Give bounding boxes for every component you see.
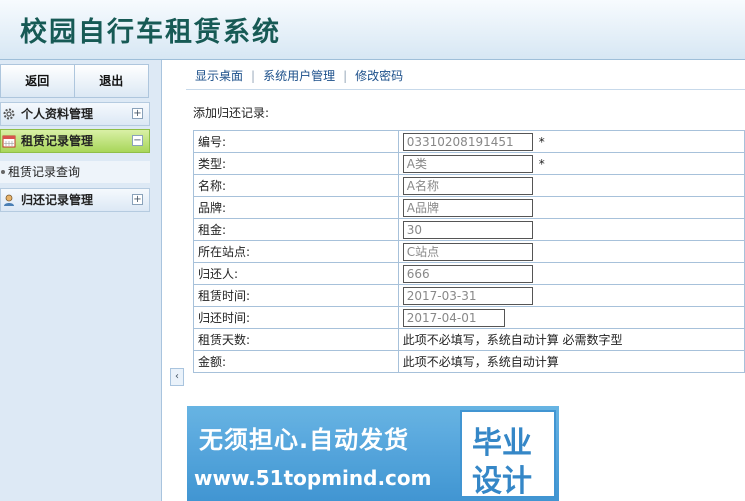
field-label: 金额: bbox=[193, 350, 399, 373]
back-button[interactable]: 返回 bbox=[0, 64, 75, 98]
field-label: 归还人: bbox=[193, 262, 399, 285]
collapse-icon[interactable]: − bbox=[132, 135, 143, 146]
return-record-form: 编号: 03310208191451 * 类型: A类 * 名称: A名称 品牌: … bbox=[193, 130, 745, 373]
station-field[interactable]: C站点 bbox=[402, 242, 533, 261]
expand-icon[interactable]: + bbox=[132, 194, 143, 205]
field-label: 所在站点: bbox=[193, 240, 399, 263]
nav-separator: | bbox=[251, 69, 256, 83]
form-row: 租金: 30 bbox=[193, 218, 745, 241]
form-row: 名称: A名称 bbox=[193, 174, 745, 197]
nav-link-desktop[interactable]: 显示桌面 bbox=[195, 69, 243, 83]
submenu-item-rental-query[interactable]: 租赁记录查询 bbox=[0, 161, 150, 183]
nav-separator: | bbox=[343, 69, 348, 83]
menu-group-label: 租赁记录管理 bbox=[21, 134, 94, 148]
user-icon bbox=[4, 194, 14, 206]
menu-group-return[interactable]: 归还记录管理 + bbox=[0, 188, 150, 212]
app-title: 校园自行车租赁系统 bbox=[20, 17, 281, 48]
gear-icon bbox=[3, 108, 15, 120]
field-label: 名称: bbox=[193, 174, 399, 197]
brand-field[interactable]: A品牌 bbox=[402, 198, 533, 217]
amount-note: 此项不必填写，系统自动计算 bbox=[397, 350, 745, 373]
form-row: 品牌: A品牌 bbox=[193, 196, 745, 219]
menu-group-profile[interactable]: 个人资料管理 + bbox=[0, 102, 150, 126]
form-row: 租赁时间: 2017-03-31 bbox=[193, 284, 745, 307]
form-row: 归还时间: 2017-04-01 bbox=[193, 306, 745, 329]
sidebar-buttons: 返回 退出 bbox=[0, 64, 149, 100]
id-field[interactable]: 03310208191451 bbox=[402, 132, 533, 151]
form-row: 租赁天数: 此项不必填写，系统自动计算 必需数字型 bbox=[193, 328, 745, 351]
menu-group-rental[interactable]: 租赁记录管理 − bbox=[0, 129, 150, 153]
field-label: 归还时间: bbox=[193, 306, 399, 329]
expand-icon[interactable]: + bbox=[132, 108, 143, 119]
field-label: 编号: bbox=[193, 130, 399, 153]
watermark-logo-line2: 设计 bbox=[472, 464, 532, 499]
field-label: 租赁天数: bbox=[193, 328, 399, 351]
rent-field[interactable]: 30 bbox=[402, 220, 533, 239]
watermark-banner: 无须担心.自动发货 www.51topmind.com 毕业 设计 bbox=[187, 406, 559, 501]
returner-field[interactable]: 666 bbox=[402, 264, 533, 283]
calendar-icon bbox=[2, 135, 16, 148]
top-nav: 显示桌面 | 系统用户管理 | 修改密码 bbox=[186, 60, 745, 90]
required-mark: * bbox=[538, 134, 545, 149]
rental-time-field[interactable]: 2017-03-31 bbox=[402, 286, 533, 305]
rental-days-note: 此项不必填写，系统自动计算 必需数字型 bbox=[397, 328, 745, 351]
form-title: 添加归还记录: bbox=[193, 106, 270, 120]
form-row: 金额: 此项不必填写，系统自动计算 bbox=[193, 350, 745, 373]
required-mark: * bbox=[538, 156, 545, 171]
form-row: 类型: A类 * bbox=[193, 152, 745, 175]
return-time-field[interactable]: 2017-04-01 bbox=[402, 308, 505, 327]
nav-link-change-password[interactable]: 修改密码 bbox=[355, 69, 403, 83]
form-row: 编号: 03310208191451 * bbox=[193, 130, 745, 153]
header-bar: 校园自行车租赁系统 bbox=[0, 0, 745, 60]
field-label: 类型: bbox=[193, 152, 399, 175]
form-row: 归还人: 666 bbox=[193, 262, 745, 285]
name-field[interactable]: A名称 bbox=[402, 176, 533, 195]
watermark-slogan: 无须担心.自动发货 bbox=[199, 426, 410, 454]
sidebar-collapse-handle[interactable]: ‹ bbox=[170, 368, 184, 386]
watermark-url: www.51topmind.com bbox=[194, 466, 432, 490]
watermark-logo-box: 毕业 设计 bbox=[460, 410, 556, 499]
field-label: 租金: bbox=[193, 218, 399, 241]
menu-group-label: 归还记录管理 bbox=[21, 193, 94, 207]
field-label: 品牌: bbox=[193, 196, 399, 219]
logout-button[interactable]: 退出 bbox=[74, 64, 149, 98]
type-field[interactable]: A类 bbox=[402, 154, 533, 173]
nav-link-users[interactable]: 系统用户管理 bbox=[263, 69, 335, 83]
menu-group-label: 个人资料管理 bbox=[21, 107, 94, 121]
field-label: 租赁时间: bbox=[193, 284, 399, 307]
form-row: 所在站点: C站点 bbox=[193, 240, 745, 263]
sidebar: 返回 退出 个人资料管理 + 租赁记录管理 − 租赁记录查询 归还记录管理 + bbox=[0, 60, 162, 501]
